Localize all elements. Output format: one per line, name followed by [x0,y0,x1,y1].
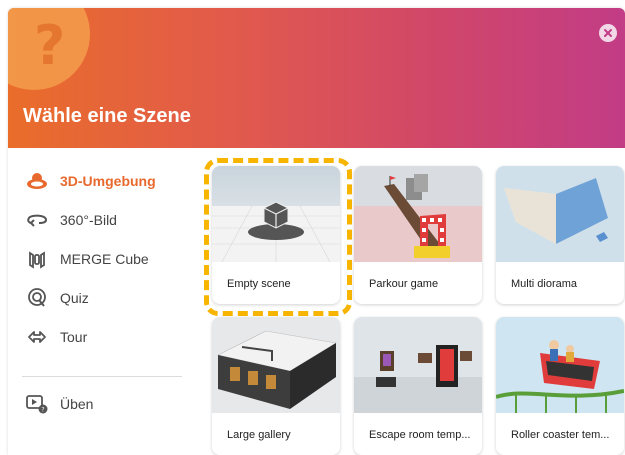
sidebar-item-label: 360°-Bild [60,212,117,228]
scene-grid: Empty scene Parkour game Multi diorama L… [204,158,625,455]
scene-card-roller-coaster[interactable]: Roller coaster tem... [496,317,624,455]
scene-card-escape-room[interactable]: Escape room temp... [354,317,482,455]
3d-environment-icon [26,170,48,192]
scene-card-label: Multi diorama [511,278,578,290]
sidebar-item-quiz[interactable]: Quiz [26,285,89,311]
scene-card-empty[interactable]: Empty scene [204,158,352,316]
question-mark-icon: ? [34,14,66,77]
scene-card-label: Escape room temp... [369,429,471,441]
sidebar-item-label: Quiz [60,290,89,306]
scene-card-label: Large gallery [227,429,291,441]
sidebar-item-practice[interactable]: ? Üben [26,391,93,417]
sidebar-item-merge-cube[interactable]: MERGE Cube [26,246,149,272]
sidebar-item-3d-environment[interactable]: 3D-Umgebung [26,168,156,194]
sidebar-divider [22,376,182,377]
sidebar-item-label: 3D-Umgebung [60,173,156,189]
scene-card-label: Empty scene [227,278,291,290]
tour-icon [26,326,48,348]
roller-coaster-thumbnail [496,317,624,413]
dialog-header: ? Wähle eine Szene [8,8,625,148]
scene-card-gallery[interactable]: Large gallery [212,317,340,455]
merge-cube-icon [26,248,48,270]
close-icon [604,29,612,37]
sidebar-item-360-image[interactable]: 360°-Bild [26,207,117,233]
close-button[interactable] [599,24,617,42]
dialog-title: Wähle eine Szene [23,105,191,127]
scene-card-label: Parkour game [369,278,439,290]
scene-card-diorama[interactable]: Multi diorama [496,166,624,304]
quiz-icon [26,287,48,309]
practice-icon: ? [26,393,48,415]
sidebar: 3D-Umgebung 360°-Bild MERGE Cube Quiz To… [8,148,188,455]
360-image-icon [26,209,48,231]
empty-scene-thumbnail [212,166,340,262]
scene-card-label: Roller coaster tem... [511,429,610,441]
scene-picker-dialog: ? Wähle eine Szene 3D-Umgebung 360°-Bild… [8,8,625,455]
gallery-thumbnail [212,317,340,413]
svg-text:?: ? [41,407,44,414]
scene-card-parkour[interactable]: Parkour game [354,166,482,304]
diorama-thumbnail [496,166,624,262]
parkour-thumbnail [354,166,482,262]
sidebar-item-label: Tour [60,329,88,345]
sidebar-item-label: Üben [60,396,94,412]
sidebar-item-tour[interactable]: Tour [26,324,87,350]
escape-room-thumbnail [354,317,482,413]
sidebar-item-label: MERGE Cube [60,251,149,267]
